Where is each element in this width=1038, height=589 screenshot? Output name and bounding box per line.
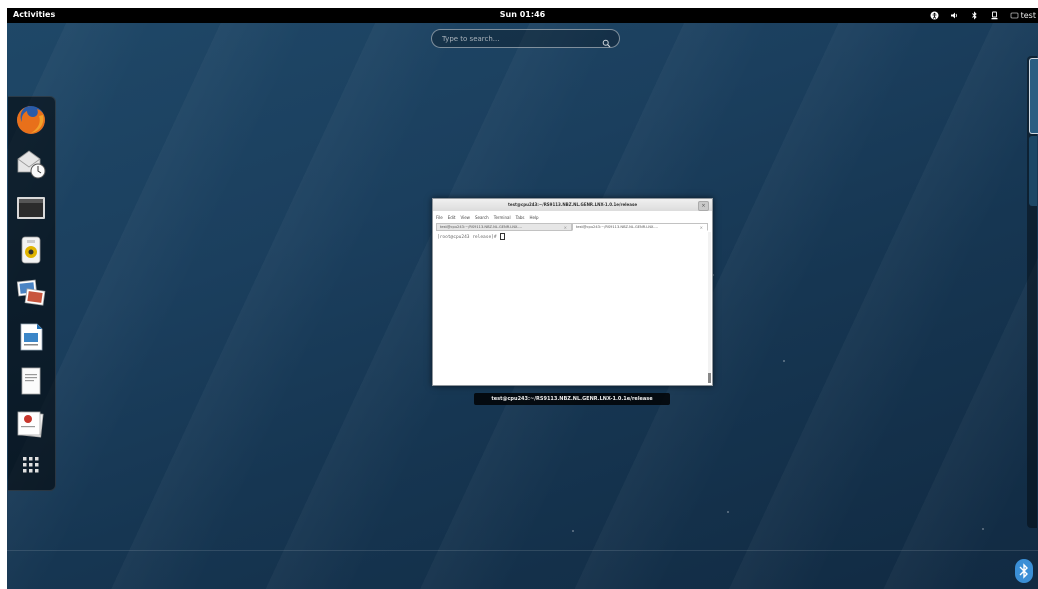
close-icon[interactable]: ×	[698, 201, 709, 211]
scrollbar-thumb[interactable]	[708, 373, 711, 383]
workspace-thumbnail-1[interactable]	[1029, 58, 1038, 134]
terminal-scrollbar[interactable]	[708, 232, 711, 383]
volume-icon[interactable]	[950, 11, 959, 20]
terminal-menubar: File Edit View Search Terminal Tabs Help	[436, 212, 539, 222]
top-bar: Activities Sun 01:46 test	[7, 8, 1038, 23]
user-icon	[1010, 11, 1019, 20]
tab-label: test@cpu243:~/RS9113.NBZ.NL.GENR.LNX-...	[576, 225, 658, 229]
power-icon[interactable]	[990, 11, 999, 20]
terminal-icon[interactable]	[15, 192, 47, 224]
desktop-overview: Activities Sun 01:46 test Type to search…	[7, 8, 1038, 589]
accessibility-icon[interactable]	[930, 11, 939, 20]
tab-close-icon[interactable]: ×	[564, 225, 567, 230]
window-caption: test@cpu243:~/RS9113.NBZ.NL.GENR.LNX-1.0…	[474, 393, 670, 405]
evolution-mail-icon[interactable]	[15, 147, 47, 179]
shotwell-icon[interactable]	[15, 277, 47, 309]
menu-view[interactable]: View	[460, 215, 470, 220]
menu-edit[interactable]: Edit	[448, 215, 456, 220]
clock-button[interactable]: Sun 01:46	[7, 10, 1038, 19]
terminal-tab-1[interactable]: test@cpu243:~/RS9113.NBZ.NL.GENR.LNX-...…	[436, 223, 572, 231]
terminal-tab-2[interactable]: test@cpu243:~/RS9113.NBZ.NL.GENR.LNX-...…	[572, 223, 708, 231]
menu-terminal[interactable]: Terminal	[494, 215, 511, 220]
wallpaper-speck	[572, 530, 574, 532]
menu-tabs[interactable]: Tabs	[516, 215, 525, 220]
wallpaper-speck	[982, 528, 984, 530]
tab-label: test@cpu243:~/RS9113.NBZ.NL.GENR.LNX-...	[440, 225, 522, 229]
message-tray-edge	[7, 550, 1038, 551]
workspace-switcher	[1027, 56, 1038, 528]
text-cursor	[500, 233, 506, 240]
search-box[interactable]	[431, 29, 620, 48]
dash	[8, 96, 56, 491]
tab-close-icon[interactable]: ×	[700, 225, 703, 230]
rhythmbox-icon[interactable]	[15, 234, 47, 266]
terminal-window[interactable]: test@cpu243:~/RS9113.NBZ.NL.GENR.LNX-1.0…	[432, 198, 713, 386]
wallpaper-speck	[727, 511, 729, 513]
user-name-label: test	[1020, 11, 1036, 20]
search-input[interactable]	[440, 33, 604, 44]
activities-button[interactable]: Activities	[13, 10, 55, 19]
menu-search[interactable]: Search	[475, 215, 489, 220]
terminal-output[interactable]: [root@cpu243 release]#	[437, 233, 506, 240]
software-install-icon[interactable]	[15, 408, 47, 440]
menu-file[interactable]: File	[436, 215, 443, 220]
search-icon	[602, 33, 611, 52]
firefox-icon[interactable]	[15, 104, 47, 136]
show-applications-icon[interactable]	[15, 449, 47, 481]
terminal-title: test@cpu243:~/RS9113.NBZ.NL.GENR.LNX-1.0…	[507, 202, 638, 207]
bluetooth-notification-icon[interactable]	[1015, 559, 1033, 583]
document-viewer-icon[interactable]	[15, 365, 47, 397]
terminal-tab-bar: test@cpu243:~/RS9113.NBZ.NL.GENR.LNX-...…	[436, 223, 708, 232]
terminal-titlebar[interactable]: test@cpu243:~/RS9113.NBZ.NL.GENR.LNX-1.0…	[433, 199, 712, 211]
shell-prompt: [root@cpu243 release]#	[437, 235, 500, 240]
menu-help[interactable]: Help	[529, 215, 538, 220]
workspace-thumbnail-2[interactable]	[1029, 136, 1037, 206]
wallpaper-speck	[783, 360, 785, 362]
user-menu[interactable]: test	[1010, 11, 1036, 20]
system-status-area[interactable]: test	[930, 8, 1038, 23]
bluetooth-icon[interactable]	[970, 11, 979, 20]
libreoffice-writer-icon[interactable]	[15, 321, 47, 353]
